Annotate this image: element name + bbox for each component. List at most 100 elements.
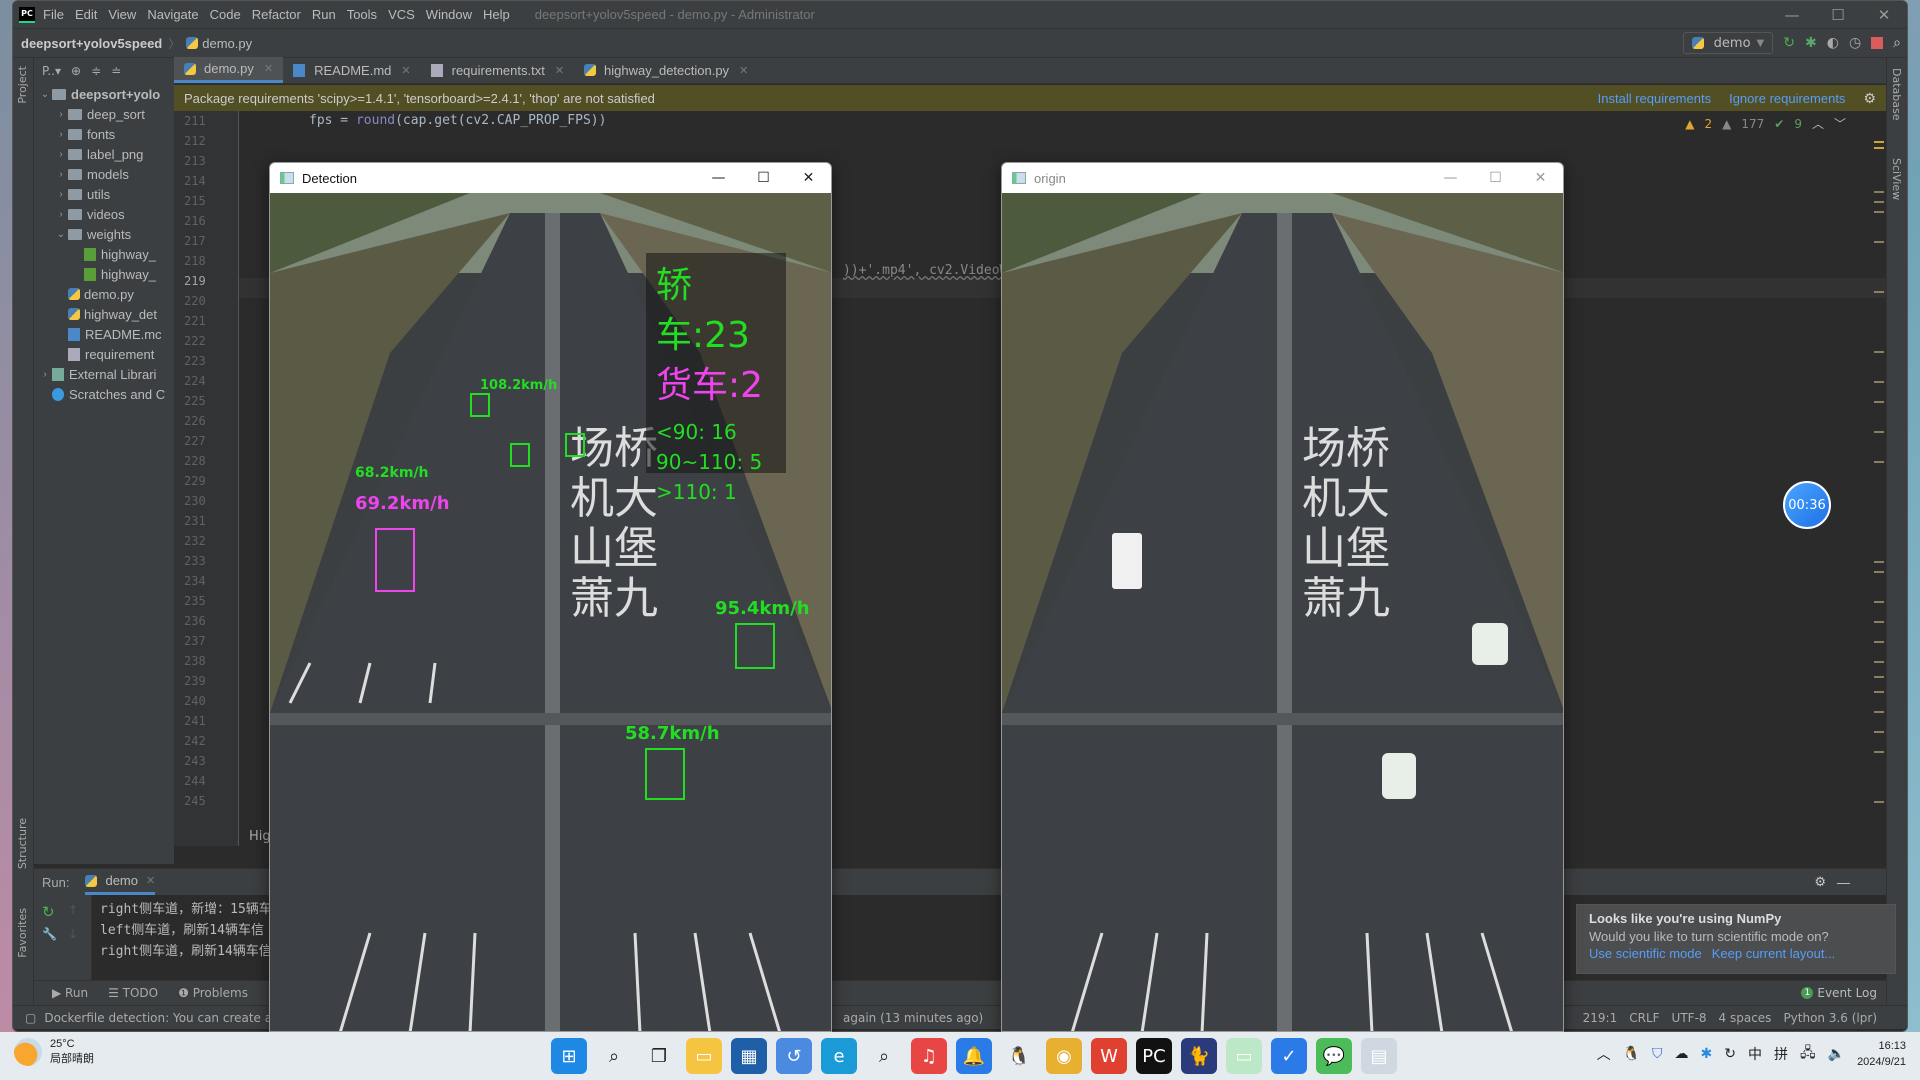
scroll-marker[interactable] xyxy=(1874,691,1884,693)
taskbar-chrome-icon[interactable]: ◉ xyxy=(1046,1038,1082,1074)
tree-item[interactable]: › External Librari xyxy=(34,364,174,384)
scroll-marker[interactable] xyxy=(1874,291,1884,293)
menu-tools[interactable]: Tools xyxy=(347,7,377,22)
minimize-button[interactable]: — xyxy=(1769,1,1815,29)
debug-icon[interactable]: ✱ xyxy=(1805,35,1817,51)
chevron-right-icon[interactable]: › xyxy=(54,169,68,180)
close-tab-icon[interactable]: ✕ xyxy=(401,64,410,77)
tab-highway-detection-py[interactable]: highway_detection.py ✕ xyxy=(574,57,758,83)
tree-item[interactable]: highway_ xyxy=(34,244,174,264)
project-view-select[interactable]: P..▾ xyxy=(42,64,61,78)
tree-item[interactable]: highway_det xyxy=(34,304,174,324)
tree-item[interactable]: highway_ xyxy=(34,264,174,284)
bottom-tab-problems[interactable]: ❶ Problems xyxy=(178,986,248,1000)
tree-item[interactable]: README.mc xyxy=(34,324,174,344)
taskbar-wechat-icon[interactable]: 💬 xyxy=(1316,1038,1352,1074)
taskbar-store-icon[interactable]: ▦ xyxy=(731,1038,767,1074)
caret-position[interactable]: 219:1 xyxy=(1583,1011,1618,1025)
ime-mode[interactable]: 中 xyxy=(1748,1044,1762,1064)
menu-code[interactable]: Code xyxy=(210,7,241,22)
scroll-marker[interactable] xyxy=(1874,711,1884,713)
indent-setting[interactable]: 4 spaces xyxy=(1719,1011,1772,1025)
taskbar-notify-icon[interactable]: 🔔 xyxy=(956,1038,992,1074)
maximize-button[interactable]: ☐ xyxy=(1473,163,1518,193)
tree-item[interactable]: › models xyxy=(34,164,174,184)
use-scientific-mode-link[interactable]: Use scientific mode xyxy=(1589,946,1702,961)
scroll-marker[interactable] xyxy=(1874,561,1884,563)
scroll-marker[interactable] xyxy=(1874,601,1884,603)
scroll-marker[interactable] xyxy=(1874,351,1884,353)
database-tool-tab[interactable]: Database xyxy=(1890,68,1903,121)
menu-edit[interactable]: Edit xyxy=(75,7,97,22)
menu-refactor[interactable]: Refactor xyxy=(252,7,301,22)
minimize-button[interactable]: — xyxy=(696,163,741,193)
chevron-right-icon[interactable]: › xyxy=(54,149,68,160)
tab-requirements-txt[interactable]: requirements.txt ✕ xyxy=(421,57,574,83)
scroll-marker[interactable] xyxy=(1874,211,1884,213)
panel-toggle-icon[interactable]: ▢ xyxy=(25,1011,36,1025)
minimize-button[interactable]: — xyxy=(1428,163,1473,193)
project-tool-tab[interactable]: Project xyxy=(16,66,29,104)
taskbar-feedback-icon[interactable]: ↺ xyxy=(776,1038,812,1074)
taskbar-remote-icon[interactable]: ▭ xyxy=(1226,1038,1262,1074)
scroll-marker[interactable] xyxy=(1874,751,1884,753)
expand-all-icon[interactable]: ≑ xyxy=(91,64,101,78)
close-tab-icon[interactable]: ✕ xyxy=(555,64,564,77)
hide-panel-icon[interactable]: — xyxy=(1837,875,1850,890)
tab-demo-py[interactable]: demo.py ✕ xyxy=(174,57,284,83)
taskbar-start-icon[interactable]: ⊞ xyxy=(551,1038,587,1074)
search-icon[interactable]: ⌕ xyxy=(1893,35,1901,51)
tree-item[interactable]: › fonts xyxy=(34,124,174,144)
keep-layout-link[interactable]: Keep current layout... xyxy=(1712,946,1836,961)
bottom-tab-run[interactable]: ▶ Run xyxy=(52,986,88,1000)
taskbar-cat-app-icon[interactable]: 🐈 xyxy=(1181,1038,1217,1074)
console-output[interactable]: right侧车道，新增：15辆车 left侧车道，刷新14辆车信 right侧车… xyxy=(100,899,272,962)
taskbar-netease-music-icon[interactable]: ♫ xyxy=(911,1038,947,1074)
tree-item[interactable]: › label_png xyxy=(34,144,174,164)
maximize-button[interactable]: ☐ xyxy=(1815,1,1861,29)
profile-icon[interactable]: ◷ xyxy=(1849,35,1861,51)
chevron-right-icon[interactable]: › xyxy=(38,369,52,380)
python-interpreter[interactable]: Python 3.6 (lpr) xyxy=(1783,1011,1877,1025)
scroll-marker[interactable] xyxy=(1874,731,1884,733)
taskbar-edge-icon[interactable]: e xyxy=(821,1038,857,1074)
collapse-all-icon[interactable]: ≐ xyxy=(111,64,121,78)
chevron-right-icon[interactable]: › xyxy=(54,189,68,200)
coverage-icon[interactable]: ◐ xyxy=(1827,35,1839,51)
chevron-down-icon[interactable]: ⌄ xyxy=(54,229,68,240)
event-log-button[interactable]: 1 Event Log xyxy=(1801,986,1877,1000)
run-config-select[interactable]: demo ▼ xyxy=(1682,32,1774,54)
scroll-marker[interactable] xyxy=(1874,676,1884,678)
rerun-icon[interactable]: ↻ xyxy=(42,903,55,921)
close-tab-icon[interactable]: ✕ xyxy=(739,64,748,77)
scroll-marker[interactable] xyxy=(1874,571,1884,573)
tree-item[interactable]: ⌄ weights xyxy=(34,224,174,244)
network-icon[interactable]: 🖧 xyxy=(1800,1042,1816,1066)
tab-readme-md[interactable]: README.md ✕ xyxy=(283,57,421,83)
tree-item[interactable]: ⌄ deepsort+yolo xyxy=(34,84,174,104)
menu-navigate[interactable]: Navigate xyxy=(147,7,198,22)
recording-timer[interactable]: 00:36 xyxy=(1783,481,1831,529)
taskbar-active-window-icon[interactable]: ▤ xyxy=(1361,1038,1397,1074)
favorites-tool-tab[interactable]: Favorites xyxy=(16,908,29,958)
sync-tray-icon[interactable]: ↻ xyxy=(1724,1046,1736,1062)
editor-scrollbar-markers[interactable] xyxy=(1874,141,1884,831)
ime-pinyin[interactable]: 拼 xyxy=(1774,1044,1788,1064)
run-tab-demo[interactable]: demo ✕ xyxy=(85,869,156,895)
scroll-up-icon[interactable]: ↑ xyxy=(68,903,78,917)
tree-item[interactable]: Scratches and C xyxy=(34,384,174,404)
chevron-right-icon[interactable]: › xyxy=(54,109,68,120)
scroll-down-icon[interactable]: ↓ xyxy=(68,927,78,941)
taskbar-task-view-icon[interactable]: ❐ xyxy=(641,1038,677,1074)
maximize-button[interactable]: ☐ xyxy=(741,163,786,193)
locate-icon[interactable]: ⊕ xyxy=(71,64,81,78)
install-requirements-link[interactable]: Install requirements xyxy=(1598,91,1711,106)
breadcrumb-project[interactable]: deepsort+yolov5speed xyxy=(21,36,162,51)
line-separator[interactable]: CRLF xyxy=(1629,1011,1659,1025)
system-clock[interactable]: 16:13 2024/9/21 xyxy=(1857,1038,1906,1070)
gear-icon[interactable]: ⚙ xyxy=(1863,90,1876,107)
file-encoding[interactable]: UTF-8 xyxy=(1672,1011,1707,1025)
rerun-icon[interactable]: ↻ xyxy=(1783,35,1795,51)
scroll-marker[interactable] xyxy=(1874,661,1884,663)
taskbar-search-icon[interactable]: ⌕ xyxy=(596,1038,632,1074)
